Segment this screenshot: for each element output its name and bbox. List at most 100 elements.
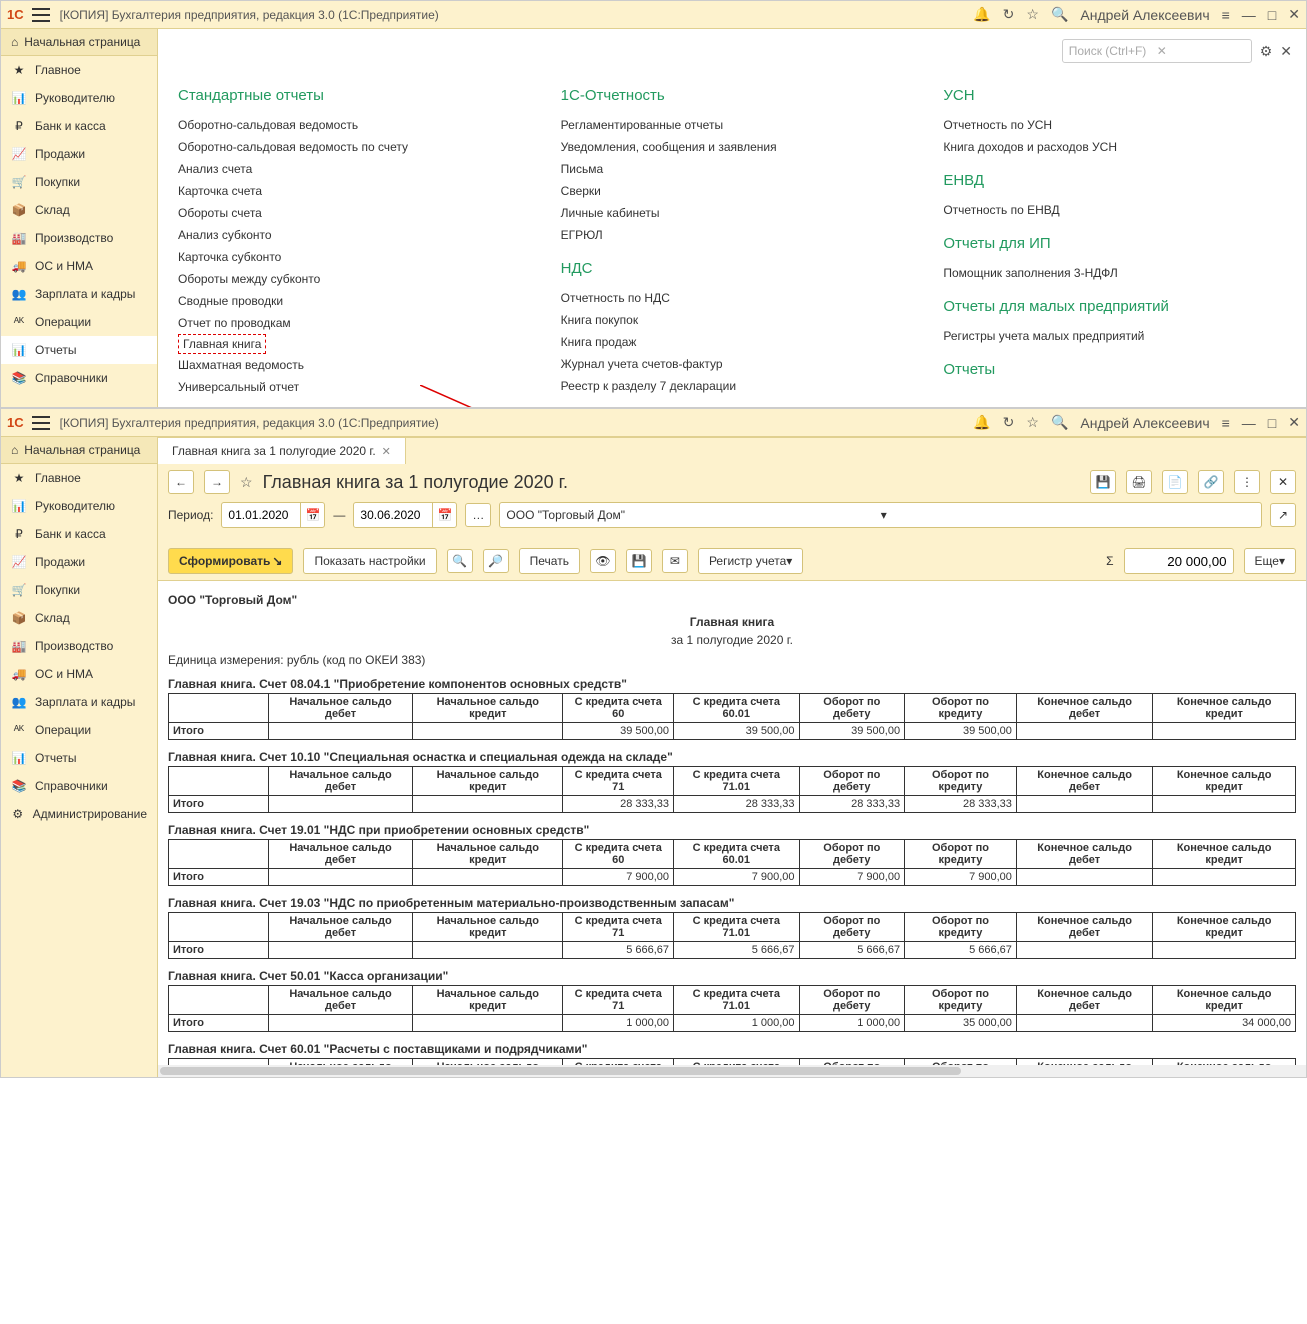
report-link[interactable]: Книга доходов и расходов УСН	[943, 136, 1286, 158]
close-icon[interactable]: ✕	[1288, 414, 1300, 431]
nav-back-icon[interactable]: ←	[168, 470, 194, 494]
maximize-icon[interactable]: □	[1268, 7, 1276, 23]
report-link[interactable]: Отчетность по ЕНВД	[943, 199, 1286, 221]
print-button[interactable]: Печать	[519, 548, 580, 574]
nav-fwd-icon[interactable]: →	[204, 470, 230, 494]
more-menu-icon[interactable]: ⋮	[1234, 470, 1260, 494]
settings-button[interactable]: Показать настройки	[303, 548, 436, 574]
report-link[interactable]: Личные кабинеты	[561, 202, 904, 224]
report-link[interactable]: Книга покупок	[561, 309, 904, 331]
nav-item-2[interactable]: ₽Банк и касса	[1, 112, 157, 140]
report-link[interactable]: Отчетность по УСН	[943, 114, 1286, 136]
report-link[interactable]: Универсальный отчет	[178, 376, 521, 398]
nav-item-4[interactable]: 🛒Покупки	[1, 168, 157, 196]
report-link[interactable]: Письма	[561, 158, 904, 180]
email-icon[interactable]: ✉	[662, 549, 688, 573]
panel-close-icon[interactable]: ✕	[1280, 43, 1292, 60]
nav-item-2[interactable]: ₽Банк и касса	[1, 520, 157, 548]
nav-item-11[interactable]: 📚Справочники	[1, 364, 157, 392]
close-panel-icon[interactable]: ✕	[1270, 470, 1296, 494]
report-link[interactable]: Анализ счета	[178, 158, 521, 180]
report-link[interactable]: Отчетность по НДС	[561, 287, 904, 309]
report-link[interactable]: Обороты между субконто	[178, 268, 521, 290]
report-link[interactable]: Книга продаж	[561, 331, 904, 353]
burger-icon[interactable]	[32, 416, 50, 430]
maximize-icon[interactable]: □	[1268, 415, 1276, 431]
report-link[interactable]: Оборотно-сальдовая ведомость по счету	[178, 136, 521, 158]
tab-active[interactable]: Главная книга за 1 полугодие 2020 г. ✕	[158, 438, 406, 464]
nav-item-11[interactable]: 📚Справочники	[1, 772, 157, 800]
bell-icon[interactable]: 🔔	[973, 6, 990, 23]
star-icon[interactable]: ☆	[1026, 414, 1039, 431]
report-link[interactable]: Сводные проводки	[178, 290, 521, 312]
report-link[interactable]: Реестр к разделу 7 декларации	[561, 375, 904, 397]
report-link[interactable]: Регламентированные отчеты	[561, 114, 904, 136]
report-link[interactable]: Обороты счета	[178, 202, 521, 224]
more-button[interactable]: Еще ▾	[1244, 548, 1296, 574]
report-link[interactable]: Карточка счета	[178, 180, 521, 202]
nav-item-10[interactable]: 📊Отчеты	[1, 744, 157, 772]
tab-close-icon[interactable]: ✕	[382, 445, 391, 458]
org-field[interactable]: ООО "Торговый Дом" ▾	[499, 502, 1262, 528]
zoom-in-icon[interactable]: 🔍	[447, 549, 473, 573]
nav-item-1[interactable]: 📊Руководителю	[1, 492, 157, 520]
nav-item-6[interactable]: 🏭Производство	[1, 224, 157, 252]
nav-item-1[interactable]: 📊Руководителю	[1, 84, 157, 112]
nav-item-8[interactable]: 👥Зарплата и кадры	[1, 688, 157, 716]
export-icon[interactable]: 📄	[1162, 470, 1188, 494]
nav-item-7[interactable]: 🚚ОС и НМА	[1, 660, 157, 688]
report-link[interactable]: Главная книга	[178, 334, 266, 354]
horizontal-scrollbar[interactable]	[158, 1065, 1306, 1077]
scroll-thumb[interactable]	[160, 1067, 961, 1075]
home-tab[interactable]: ⌂ Начальная страница	[1, 437, 157, 464]
zoom-reset-icon[interactable]: 🔎	[483, 549, 509, 573]
minimize-icon[interactable]: —	[1242, 7, 1256, 23]
search-input[interactable]: Поиск (Ctrl+F) ✕	[1062, 39, 1252, 63]
sum-field[interactable]	[1124, 548, 1234, 574]
calendar-icon[interactable]: 📅	[432, 503, 456, 527]
settings-gear-icon[interactable]: ⚙	[1260, 43, 1273, 60]
dropdown-icon[interactable]: ▾	[881, 508, 1255, 522]
report-link[interactable]: Шахматная ведомость	[178, 354, 521, 376]
nav-item-7[interactable]: 🚚ОС и НМА	[1, 252, 157, 280]
bell-icon[interactable]: 🔔	[973, 414, 990, 431]
report-link[interactable]: Оборотно-сальдовая ведомость	[178, 114, 521, 136]
form-button[interactable]: Сформировать↘	[168, 548, 293, 574]
nav-item-6[interactable]: 🏭Производство	[1, 632, 157, 660]
nav-item-8[interactable]: 👥Зарплата и кадры	[1, 280, 157, 308]
minimize-icon[interactable]: —	[1242, 415, 1256, 431]
calendar-icon[interactable]: 📅	[300, 503, 324, 527]
date-from-field[interactable]: 📅	[221, 502, 325, 528]
nav-item-5[interactable]: 📦Склад	[1, 604, 157, 632]
history-icon[interactable]: ↻	[1003, 414, 1015, 431]
nav-item-0[interactable]: ★Главное	[1, 464, 157, 492]
history-icon[interactable]: ↻	[1003, 6, 1015, 23]
user-name[interactable]: Андрей Алексеевич	[1080, 415, 1209, 431]
search-clear-icon[interactable]: ✕	[1157, 44, 1245, 58]
link-icon[interactable]: 🔗	[1198, 470, 1224, 494]
search-icon[interactable]: 🔍	[1051, 6, 1068, 23]
settings-icon[interactable]: ≡	[1222, 415, 1230, 431]
register-button[interactable]: Регистр учета ▾	[698, 548, 803, 574]
report-link[interactable]: Анализ субконто	[178, 224, 521, 246]
star-icon[interactable]: ☆	[1026, 6, 1039, 23]
report-link[interactable]: Уведомления, сообщения и заявления	[561, 136, 904, 158]
report-link[interactable]: Регистры учета малых предприятий	[943, 325, 1286, 347]
report-link[interactable]: Отчет по проводкам	[178, 312, 521, 334]
nav-item-admin[interactable]: ⚙Администрирование	[1, 800, 157, 828]
report-link[interactable]: Карточка субконто	[178, 246, 521, 268]
org-open-icon[interactable]: ↗	[1270, 503, 1296, 527]
nav-item-5[interactable]: 📦Склад	[1, 196, 157, 224]
report-link[interactable]: Журнал учета счетов-фактур	[561, 353, 904, 375]
report-link[interactable]: Сверки	[561, 180, 904, 202]
settings-icon[interactable]: ≡	[1222, 7, 1230, 23]
user-name[interactable]: Андрей Алексеевич	[1080, 7, 1209, 23]
date-from-input[interactable]	[222, 508, 300, 522]
nav-item-3[interactable]: 📈Продажи	[1, 140, 157, 168]
burger-icon[interactable]	[32, 8, 50, 22]
home-tab[interactable]: ⌂ Начальная страница	[1, 29, 157, 56]
nav-item-9[interactable]: ᴬᴷОперации	[1, 308, 157, 336]
date-to-field[interactable]: 📅	[353, 502, 457, 528]
report-body[interactable]: ООО "Торговый Дом" Главная книга за 1 по…	[158, 581, 1306, 1065]
close-icon[interactable]: ✕	[1288, 6, 1300, 23]
